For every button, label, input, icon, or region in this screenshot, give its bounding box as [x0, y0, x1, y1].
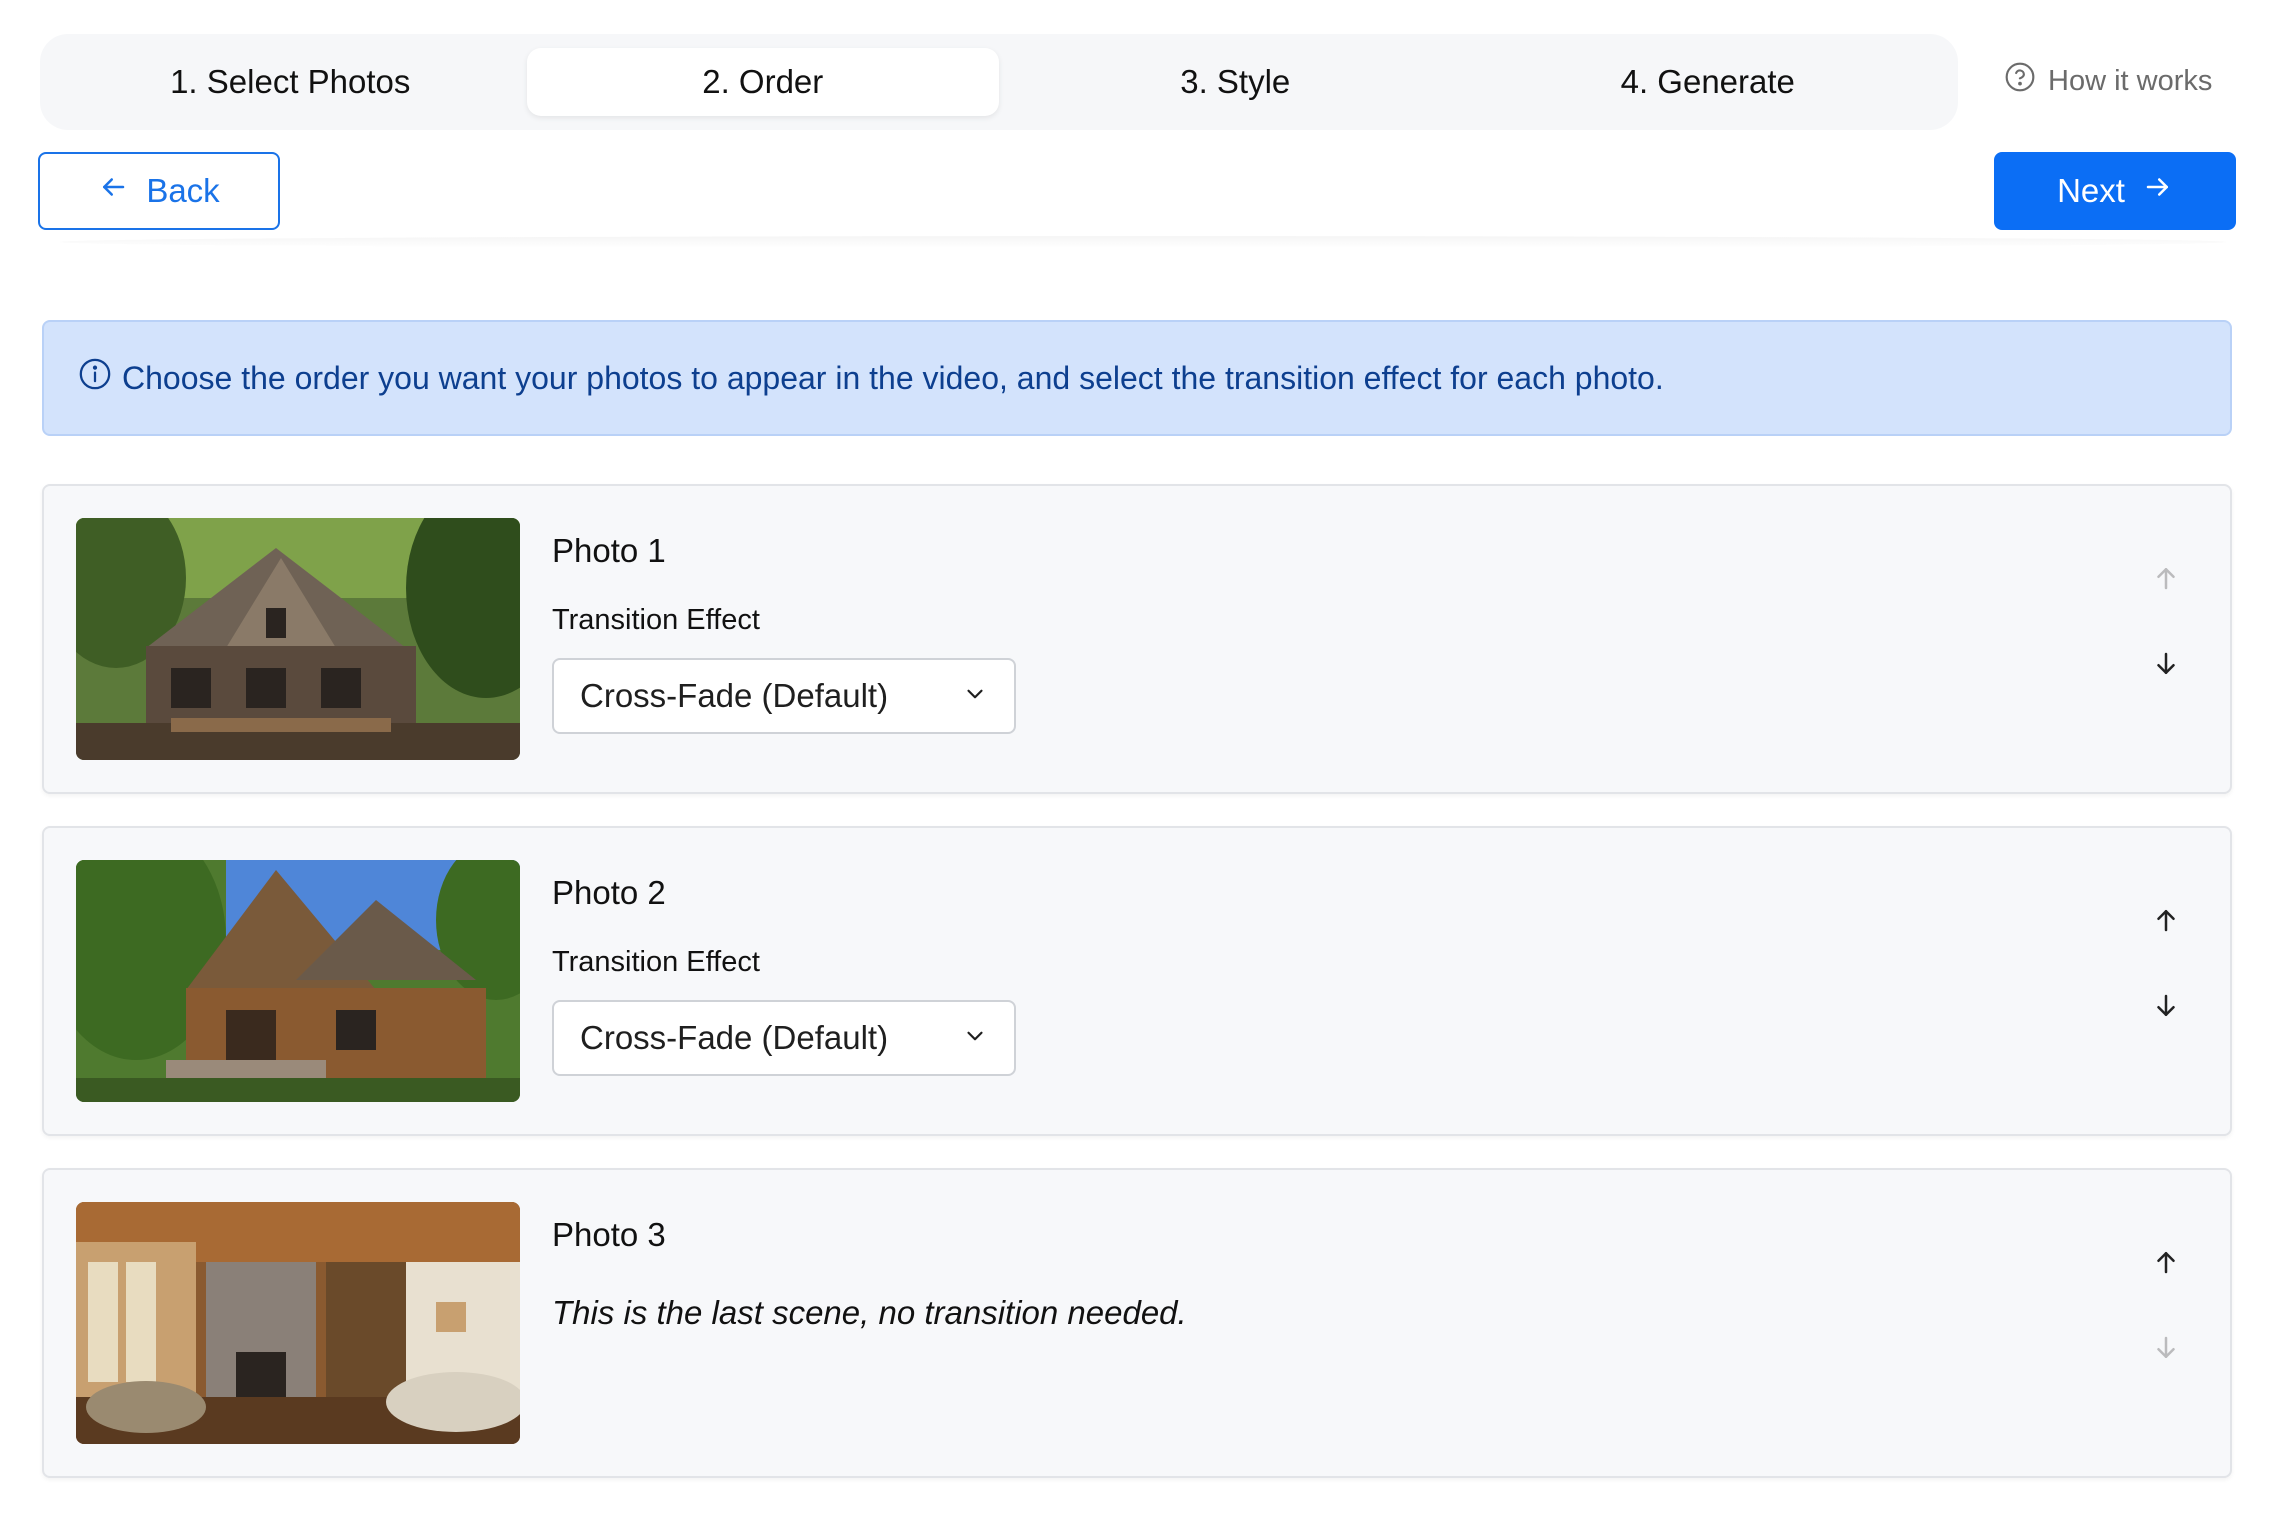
app-root: 1. Select Photos 2. Order 3. Style 4. Ge… — [0, 0, 2284, 1514]
transition-effect-select[interactable]: Cross-Fade (Default) — [552, 1000, 1016, 1076]
arrow-up-icon — [2151, 905, 2181, 940]
photo-card-3: Photo 3 This is the last scene, no trans… — [42, 1168, 2232, 1478]
photo-title: Photo 2 — [552, 874, 666, 911]
info-banner: Choose the order you want your photos to… — [42, 320, 2232, 436]
photo-card-1: Photo 1 Transition Effect Cross-Fade (De… — [42, 484, 2232, 794]
move-up-button[interactable] — [2142, 898, 2190, 946]
step-generate[interactable]: 4. Generate — [1472, 48, 1945, 116]
photo-card-2: Photo 2 Transition Effect Cross-Fade (De… — [42, 826, 2232, 1136]
chevron-down-icon — [962, 677, 988, 715]
info-circle-icon — [78, 357, 112, 399]
move-up-button[interactable] — [2142, 556, 2190, 604]
move-down-button[interactable] — [2142, 1326, 2190, 1374]
wizard-stepper: 1. Select Photos 2. Order 3. Style 4. Ge… — [40, 34, 1958, 130]
back-button-label: Back — [146, 172, 220, 209]
photo-title: Photo 3 — [552, 1216, 666, 1253]
step-style[interactable]: 3. Style — [999, 48, 1472, 116]
arrow-down-icon — [2151, 991, 2181, 1026]
move-down-button[interactable] — [2142, 984, 2190, 1032]
transition-effect-value: Cross-Fade (Default) — [580, 677, 889, 714]
nav-divider-shadow — [60, 236, 2226, 248]
next-button-label: Next — [2057, 172, 2125, 209]
step-order[interactable]: 2. Order — [526, 48, 999, 116]
photo-thumbnail-3 — [76, 1202, 520, 1444]
photo-thumbnail-2 — [76, 860, 520, 1102]
last-scene-note: This is the last scene, no transition ne… — [552, 1294, 1187, 1331]
next-button[interactable]: Next — [1994, 152, 2236, 230]
back-button[interactable]: Back — [38, 152, 280, 230]
arrow-down-icon — [2151, 649, 2181, 684]
photo-thumbnail-1 — [76, 518, 520, 760]
arrow-right-icon — [2143, 172, 2173, 210]
arrow-up-icon — [2151, 563, 2181, 598]
arrow-left-icon — [98, 172, 128, 210]
move-up-button[interactable] — [2142, 1240, 2190, 1288]
how-it-works-label: How it works — [2048, 64, 2213, 97]
transition-effect-label: Transition Effect — [552, 604, 760, 636]
info-message: Choose the order you want your photos to… — [122, 359, 1664, 396]
photo-title: Photo 1 — [552, 532, 666, 569]
question-circle-icon — [2004, 61, 2036, 101]
arrow-up-icon — [2151, 1247, 2181, 1282]
transition-effect-select[interactable]: Cross-Fade (Default) — [552, 658, 1016, 734]
step-select-photos[interactable]: 1. Select Photos — [54, 48, 527, 116]
transition-effect-label: Transition Effect — [552, 946, 760, 978]
transition-effect-value: Cross-Fade (Default) — [580, 1019, 889, 1056]
arrow-down-icon — [2151, 1333, 2181, 1368]
chevron-down-icon — [962, 1019, 988, 1057]
move-down-button[interactable] — [2142, 642, 2190, 690]
how-it-works-link[interactable]: How it works — [2004, 58, 2212, 104]
